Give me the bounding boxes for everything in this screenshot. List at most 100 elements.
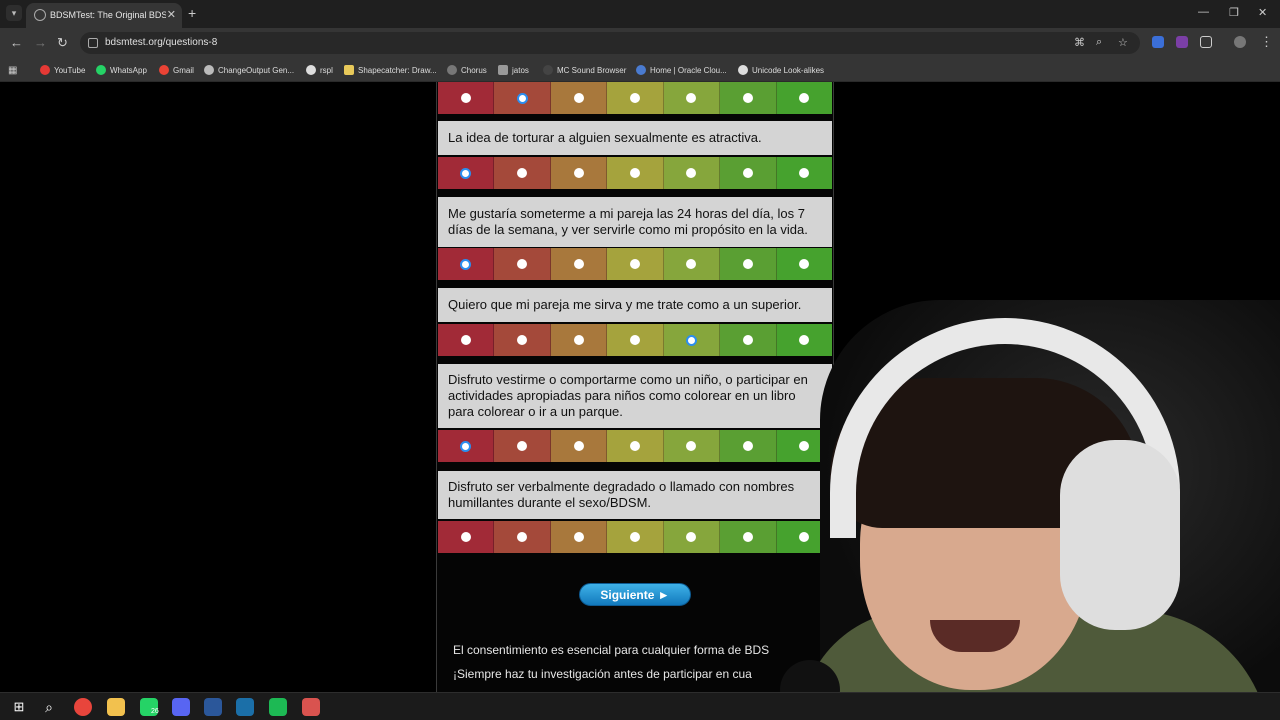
radio-button[interactable] [573,168,584,178]
answer-option[interactable] [663,157,721,189]
answer-option[interactable] [438,82,495,114]
extension-icon[interactable] [1176,36,1188,48]
radio-button[interactable] [686,168,697,178]
bookmark-shapecatcher[interactable]: Shapecatcher: Draw... [344,63,437,77]
discord-icon[interactable] [172,698,190,716]
profile-avatar[interactable] [1234,36,1246,48]
radio-button[interactable] [460,335,471,345]
answer-option[interactable] [494,430,551,462]
bookmark-whatsapp[interactable]: WhatsApp [96,63,147,77]
app-icon[interactable] [302,698,320,716]
answer-option[interactable] [438,157,495,189]
bookmark-jatos[interactable]: jatos [498,63,529,77]
radio-selected[interactable] [460,167,472,179]
minimize-icon[interactable]: — [1198,6,1209,18]
radio-button[interactable] [517,441,528,451]
radio-button[interactable] [742,532,753,542]
radio-button[interactable] [460,532,471,542]
radio-button[interactable] [686,441,697,451]
answer-option[interactable] [607,248,664,280]
answer-option[interactable] [550,82,608,114]
answer-option[interactable] [438,521,495,553]
radio-button[interactable] [629,441,640,451]
answer-option[interactable] [550,521,608,553]
radio-button[interactable] [573,532,584,542]
answer-option[interactable] [607,324,664,356]
bookmark-chorus[interactable]: Chorus [447,63,487,77]
restore-icon[interactable]: ❐ [1229,6,1239,19]
radio-selected[interactable] [460,258,472,270]
answer-option[interactable] [494,82,551,114]
radio-button[interactable] [629,259,640,269]
apps-grid-icon[interactable]: ▦ [8,63,17,77]
answer-option[interactable] [607,82,664,114]
radio-button[interactable] [799,168,810,178]
radio-button[interactable] [742,259,753,269]
answer-option[interactable] [438,324,495,356]
radio-button[interactable] [517,259,528,269]
answer-option[interactable] [663,248,721,280]
word-icon[interactable] [204,698,222,716]
steam-icon[interactable] [236,698,254,716]
next-button[interactable]: Siguiente ► [579,583,691,606]
radio-button[interactable] [573,441,584,451]
extensions-puzzle-icon[interactable] [1200,36,1212,48]
bookmark-oracle[interactable]: Home | Oracle Clou... [636,63,727,77]
answer-option[interactable] [663,82,721,114]
answer-option[interactable] [776,82,832,114]
radio-button[interactable] [573,93,584,103]
radio-button[interactable] [799,259,810,269]
answer-option[interactable] [607,430,664,462]
answer-option[interactable] [550,430,608,462]
answer-option[interactable] [550,248,608,280]
spotify-icon[interactable] [269,698,287,716]
file-explorer-icon[interactable] [107,698,125,716]
new-tab-button[interactable]: + [188,5,196,21]
answer-option[interactable] [494,324,551,356]
radio-button[interactable] [799,93,810,103]
address-bar[interactable]: bdsmtest.org/questions-8 ⌘ ⌕ ☆ [80,32,1140,54]
active-tab[interactable]: BDSMTest: The Original BDSM / ✕ [26,3,182,28]
radio-button[interactable] [742,335,753,345]
answer-option[interactable] [494,248,551,280]
reload-icon[interactable]: ↻ [57,35,68,51]
forward-icon[interactable]: → [34,35,47,50]
chrome-icon[interactable] [74,698,92,716]
extension-icon[interactable] [1152,36,1164,48]
bookmark-unicode[interactable]: Unicode Look-alikes [738,63,824,77]
answer-option[interactable] [720,82,777,114]
radio-button[interactable] [573,335,584,345]
bookmark-gmail[interactable]: Gmail [159,63,194,77]
answer-option[interactable] [494,521,551,553]
close-tab-icon[interactable]: ✕ [167,8,176,21]
answer-option[interactable] [550,324,608,356]
zoom-icon[interactable]: ⌕ [1096,36,1102,49]
radio-button[interactable] [517,532,528,542]
radio-button[interactable] [629,168,640,178]
answer-option[interactable] [720,248,777,280]
radio-button[interactable] [686,532,697,542]
radio-button[interactable] [742,93,753,103]
bookmark-rspl[interactable]: rspl [306,63,333,77]
answer-option[interactable] [438,248,495,280]
radio-button[interactable] [629,335,640,345]
bookmark-youtube[interactable]: YouTube [40,63,85,77]
answer-option[interactable] [438,430,495,462]
radio-selected[interactable] [516,92,528,104]
back-icon[interactable]: ← [10,35,23,50]
site-info-icon[interactable] [88,38,98,48]
bookmark-mc-sound[interactable]: MC Sound Browser [543,63,626,77]
close-window-icon[interactable]: ✕ [1258,6,1267,19]
tab-search-button[interactable]: ▾ [6,5,22,21]
translate-icon[interactable]: ⌘ [1074,36,1085,49]
answer-option[interactable] [720,157,777,189]
bookmark-changeoutput[interactable]: ChangeOutput Gen... [204,63,294,77]
radio-button[interactable] [742,168,753,178]
windows-start-icon[interactable]: ⊞ [10,698,28,716]
radio-button[interactable] [686,259,697,269]
radio-selected[interactable] [460,440,472,452]
answer-option[interactable] [776,248,832,280]
answer-option[interactable] [607,521,664,553]
radio-button[interactable] [517,335,528,345]
answer-option[interactable] [663,521,721,553]
